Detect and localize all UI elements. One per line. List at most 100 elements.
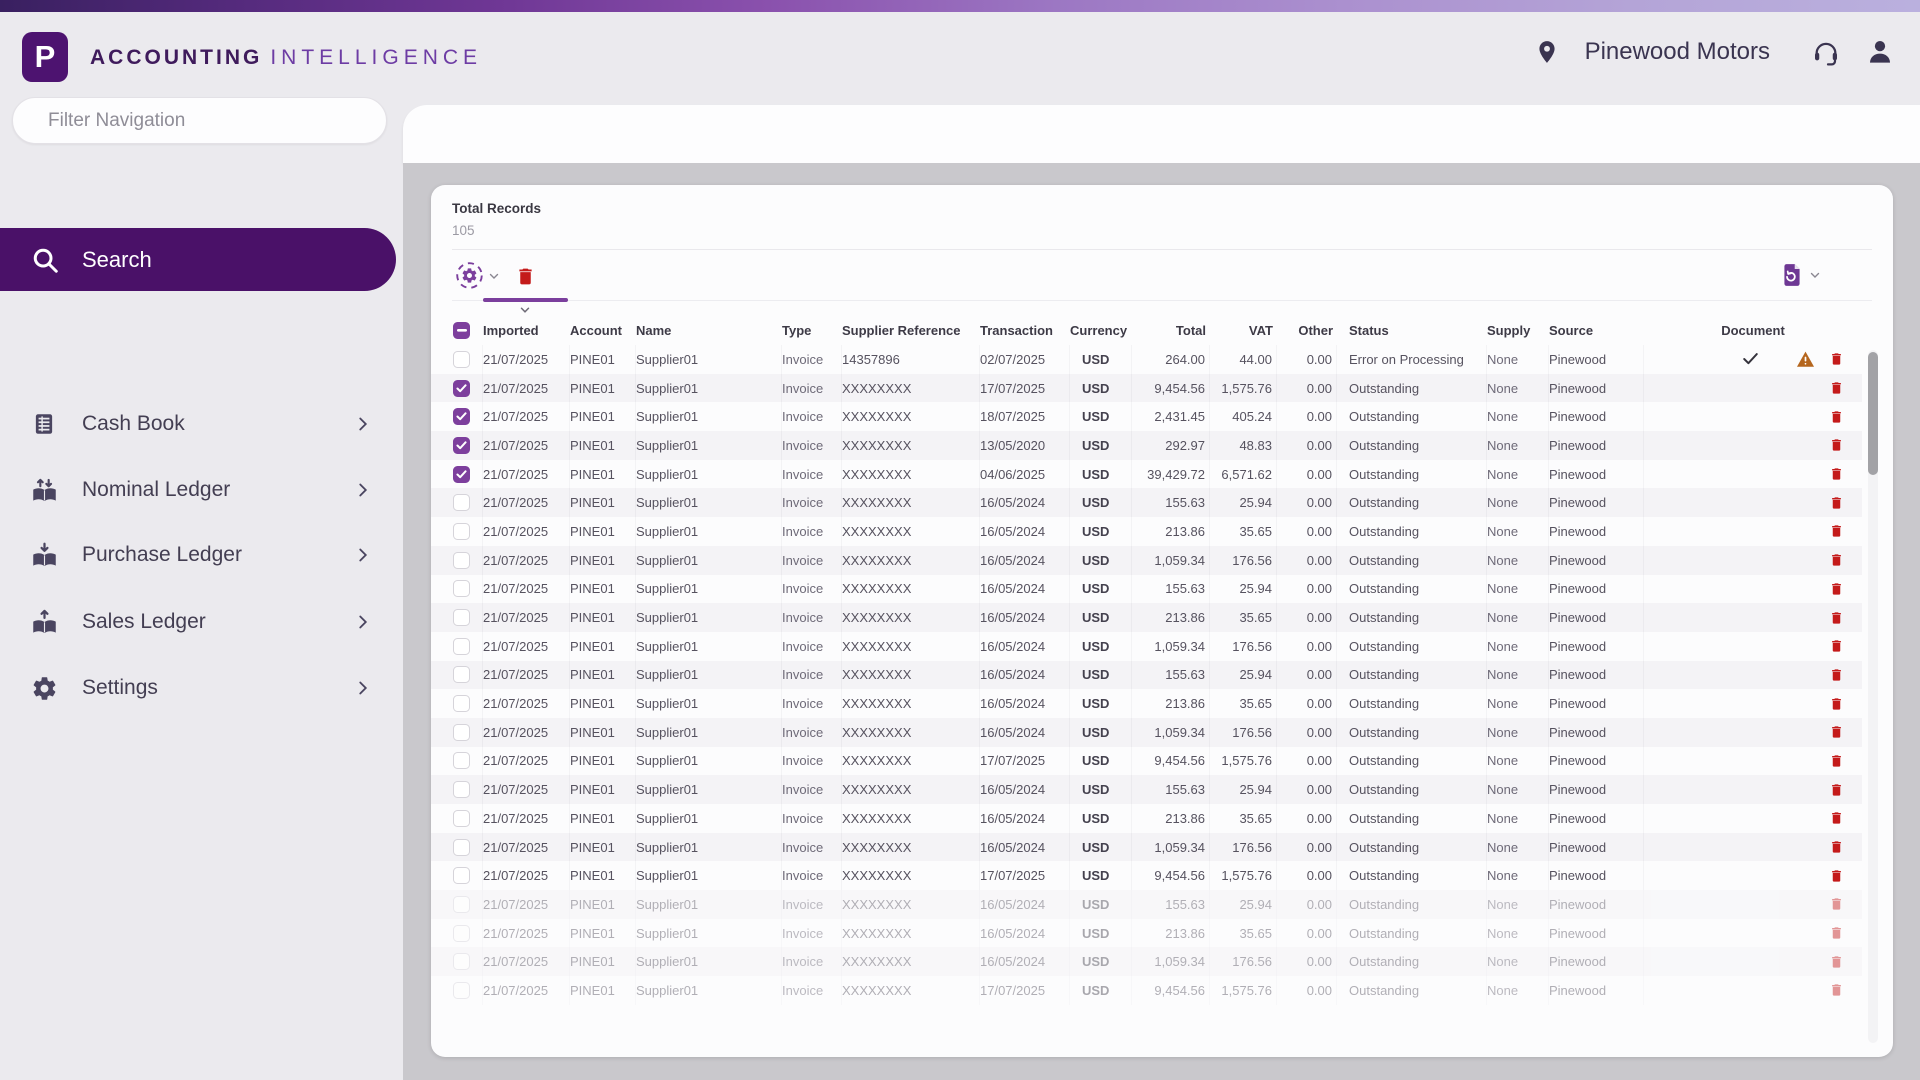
table-row[interactable]: 21/07/2025 PINE01 Supplier01 Invoice XXXXXXX…: [431, 631, 1862, 661]
app-logo[interactable]: P: [22, 32, 68, 82]
table-row[interactable]: 21/07/2025 PINE01 Supplier01 Invoice XXXXXXX…: [431, 517, 1862, 546]
table-row[interactable]: 21/07/2025 PINE01 Supplier01 Invoice XXXXXXX…: [431, 574, 1862, 604]
row-delete-button[interactable]: [1822, 953, 1850, 970]
filter-navigation-input[interactable]: [13, 98, 386, 143]
column-header-currency[interactable]: Currency: [1070, 316, 1132, 345]
table-row[interactable]: 21/07/2025 PINE01 Supplier01 Invoice XXXXXXX…: [431, 746, 1862, 776]
row-delete-button[interactable]: [1822, 925, 1850, 942]
table-row[interactable]: 21/07/2025 PINE01 Supplier01 Invoice XXXXXXX…: [431, 488, 1862, 518]
row-delete-button[interactable]: [1822, 351, 1850, 368]
row-checkbox[interactable]: [453, 838, 470, 856]
column-header-account[interactable]: Account: [570, 316, 636, 345]
column-header-total[interactable]: Total: [1132, 316, 1210, 345]
export-document-button[interactable]: [1779, 261, 1822, 294]
table-row[interactable]: 21/07/2025 PINE01 Supplier01 Invoice XXXXXXX…: [431, 775, 1862, 804]
row-delete-button[interactable]: [1822, 523, 1850, 540]
row-checkbox[interactable]: [453, 953, 470, 971]
column-header-document[interactable]: Document: [1710, 323, 1796, 338]
row-checkbox[interactable]: [453, 723, 470, 741]
table-row[interactable]: 21/07/2025 PINE01 Supplier01 Invoice XXXXXXX…: [431, 976, 1862, 1005]
row-delete-button[interactable]: [1822, 695, 1850, 712]
row-delete-button[interactable]: [1822, 380, 1850, 397]
table-row[interactable]: 21/07/2025 PINE01 Supplier01 Invoice XXXXXXX…: [431, 373, 1862, 403]
row-checkbox[interactable]: [453, 752, 470, 770]
table-row[interactable]: 21/07/2025 PINE01 Supplier01 Invoice XXXXXXX…: [431, 861, 1862, 891]
row-checkbox[interactable]: [453, 924, 470, 942]
row-delete-button[interactable]: [1822, 867, 1850, 884]
column-header-vat[interactable]: VAT: [1210, 316, 1277, 345]
row-delete-button[interactable]: [1822, 666, 1850, 683]
table-row[interactable]: 21/07/2025 PINE01 Supplier01 Invoice 1435789…: [431, 345, 1862, 374]
row-checkbox[interactable]: [453, 580, 470, 598]
row-checkbox[interactable]: [453, 895, 470, 913]
table-row[interactable]: 21/07/2025 PINE01 Supplier01 Invoice XXXXXXX…: [431, 431, 1862, 460]
column-header-source[interactable]: Source: [1549, 316, 1644, 345]
row-delete-button[interactable]: [1822, 810, 1850, 827]
support-headset-icon[interactable]: [1810, 36, 1842, 68]
company-name[interactable]: Pinewood Motors: [1585, 38, 1770, 66]
table-row[interactable]: 21/07/2025 PINE01 Supplier01 Invoice XXXXXXX…: [431, 660, 1862, 690]
column-header-status[interactable]: Status: [1349, 316, 1487, 345]
column-header-type[interactable]: Type: [782, 316, 842, 345]
table-row[interactable]: 21/07/2025 PINE01 Supplier01 Invoice XXXXXXX…: [431, 717, 1862, 747]
column-header-other[interactable]: Other: [1277, 316, 1337, 345]
row-checkbox[interactable]: [453, 981, 470, 999]
row-checkbox[interactable]: [453, 379, 470, 397]
table-row[interactable]: 21/07/2025 PINE01 Supplier01 Invoice XXXXXXX…: [431, 804, 1862, 833]
row-checkbox[interactable]: [453, 609, 470, 627]
row-delete-button[interactable]: [1822, 552, 1850, 569]
sidebar-item-settings[interactable]: Settings: [0, 666, 403, 710]
sidebar-item-sales-ledger[interactable]: Sales Ledger: [0, 600, 403, 644]
row-delete-button[interactable]: [1822, 638, 1850, 655]
process-selected-button[interactable]: [455, 261, 501, 295]
sidebar-item-nominal-ledger[interactable]: Nominal Ledger: [0, 468, 403, 512]
row-delete-button[interactable]: [1822, 437, 1850, 454]
row-delete-button[interactable]: [1822, 494, 1850, 511]
table-row[interactable]: 21/07/2025 PINE01 Supplier01 Invoice XXXXXXX…: [431, 947, 1862, 977]
row-checkbox[interactable]: [453, 809, 470, 827]
row-checkbox[interactable]: [453, 637, 470, 655]
row-delete-button[interactable]: [1822, 896, 1850, 913]
sidebar-item-cash-book[interactable]: Cash Book: [0, 402, 403, 446]
table-row[interactable]: 21/07/2025 PINE01 Supplier01 Invoice XXXXXXX…: [431, 919, 1862, 948]
sidebar-item-purchase-ledger[interactable]: Purchase Ledger: [0, 533, 403, 577]
row-delete-button[interactable]: [1822, 781, 1850, 798]
row-delete-button[interactable]: [1822, 752, 1850, 769]
row-delete-button[interactable]: [1822, 580, 1850, 597]
table-scrollbar-thumb[interactable]: [1868, 352, 1878, 475]
column-header-supply[interactable]: Supply: [1487, 316, 1549, 345]
delete-selected-button[interactable]: [515, 265, 536, 293]
row-delete-button[interactable]: [1822, 609, 1850, 626]
row-checkbox[interactable]: [453, 522, 470, 540]
column-header-imported[interactable]: Imported: [483, 316, 570, 345]
row-delete-button[interactable]: [1822, 839, 1850, 856]
row-delete-button[interactable]: [1822, 724, 1850, 741]
row-checkbox[interactable]: [453, 465, 470, 483]
table-row[interactable]: 21/07/2025 PINE01 Supplier01 Invoice XXXXXXX…: [431, 402, 1862, 432]
table-row[interactable]: 21/07/2025 PINE01 Supplier01 Invoice XXXXXXX…: [431, 603, 1862, 632]
sidebar-item-search[interactable]: Search: [0, 228, 396, 291]
table-row[interactable]: 21/07/2025 PINE01 Supplier01 Invoice XXXXXXX…: [431, 832, 1862, 862]
row-delete-button[interactable]: [1822, 408, 1850, 425]
user-profile-icon[interactable]: [1864, 36, 1896, 68]
row-checkbox[interactable]: [453, 436, 470, 454]
row-checkbox[interactable]: [453, 551, 470, 569]
row-checkbox[interactable]: [453, 781, 470, 799]
row-checkbox[interactable]: [453, 666, 470, 684]
expand-chevron-icon[interactable]: [517, 303, 533, 317]
row-checkbox[interactable]: [453, 408, 470, 426]
column-header-name[interactable]: Name: [636, 316, 782, 345]
row-delete-button[interactable]: [1822, 982, 1850, 999]
warning-icon[interactable]: [1791, 351, 1819, 368]
table-row[interactable]: 21/07/2025 PINE01 Supplier01 Invoice XXXXXXX…: [431, 890, 1862, 919]
row-checkbox[interactable]: [453, 350, 470, 368]
row-checkbox[interactable]: [453, 494, 470, 512]
table-row[interactable]: 21/07/2025 PINE01 Supplier01 Invoice XXXXXXX…: [431, 545, 1862, 575]
table-row[interactable]: 21/07/2025 PINE01 Supplier01 Invoice XXXXXXX…: [431, 459, 1862, 489]
row-checkbox[interactable]: [453, 695, 470, 713]
table-row[interactable]: 21/07/2025 PINE01 Supplier01 Invoice XXXXXXX…: [431, 689, 1862, 718]
select-all-checkbox[interactable]: [453, 322, 470, 339]
column-header-transaction[interactable]: Transaction: [980, 316, 1070, 345]
row-delete-button[interactable]: [1822, 466, 1850, 483]
row-checkbox[interactable]: [453, 867, 470, 885]
